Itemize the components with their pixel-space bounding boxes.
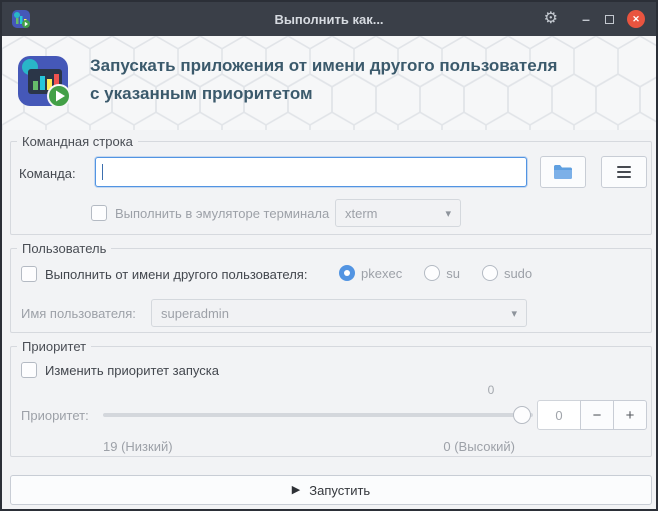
change-priority-label: Изменить приоритет запуска (45, 363, 219, 378)
username-label: Имя пользователя: (21, 306, 136, 321)
hamburger-icon (617, 166, 631, 178)
radio-pkexec[interactable]: pkexec (339, 265, 402, 281)
command-input[interactable] (95, 157, 527, 187)
priority-slider-handle[interactable] (513, 406, 531, 424)
chevron-down-icon: ▾ (445, 207, 451, 220)
page-title-line2: с указанным приоритетом (90, 84, 313, 103)
terminal-emulator-select[interactable]: xterm ▾ (335, 199, 461, 227)
radio-unselected-icon (481, 265, 498, 281)
browse-button[interactable] (540, 156, 586, 188)
run-as-user-label: Выполнить от имени другого пользователя: (45, 267, 308, 282)
text-cursor (102, 164, 103, 180)
terminal-select-value: xterm (345, 205, 378, 221)
play-icon: ▶ (291, 483, 301, 496)
priority-slider-track[interactable] (103, 413, 533, 417)
user-group-title: Пользователь (17, 241, 112, 256)
radio-unselected-icon (424, 265, 441, 281)
folder-icon (554, 165, 572, 179)
spin-increment-button[interactable]: + (613, 400, 647, 430)
titlebar: Выполнить как... ⚙ – ✕ (2, 2, 656, 36)
gear-icon[interactable]: ⚙ (544, 11, 558, 27)
titlebar-controls: ⚙ – ✕ (544, 2, 645, 36)
page-title-line1: Запускать приложения от имени другого по… (90, 56, 558, 75)
priority-spin-value[interactable]: 0 (537, 400, 581, 430)
radio-sudo[interactable]: sudo (481, 265, 533, 281)
page-title: Запускать приложения от имени другого по… (90, 52, 557, 108)
terminal-checkbox-label: Выполнить в эмуляторе терминала (115, 206, 330, 221)
command-group-title: Командная строка (17, 134, 138, 149)
terminal-checkbox[interactable] (91, 205, 107, 221)
command-label: Команда: (19, 166, 76, 181)
command-group: Командная строка Команда: Выполнить в эм… (10, 134, 652, 235)
priority-group-title: Приоритет (17, 339, 92, 354)
header-banner: Запускать приложения от имени другого по… (2, 36, 656, 130)
run-button[interactable]: ▶ Запустить (10, 475, 652, 505)
minimize-button[interactable]: – (580, 12, 592, 26)
username-select-value: superadmin (161, 305, 229, 321)
menu-button[interactable] (601, 156, 647, 188)
radio-su-label: su (446, 265, 460, 281)
auth-method-radio-group: pkexec su sudo (339, 265, 532, 281)
slider-value-hint: 0 (487, 383, 495, 397)
maximize-icon[interactable] (605, 14, 614, 24)
priority-scale: 19 (Низкий) 0 (Высокий) (103, 439, 515, 454)
priority-group: Приоритет Изменить приоритет запуска 0 П… (10, 339, 652, 457)
close-icon: ✕ (632, 13, 640, 24)
priority-high-label: 0 (Высокий) (443, 439, 515, 454)
radio-sudo-label: sudo (503, 265, 533, 281)
run-button-label: Запустить (309, 482, 371, 498)
radio-pkexec-label: pkexec (361, 265, 403, 281)
close-button[interactable]: ✕ (627, 10, 645, 28)
radio-selected-icon (339, 265, 355, 281)
priority-label: Приоритет: (21, 408, 89, 423)
chevron-down-icon: ▾ (511, 307, 517, 320)
username-select[interactable]: superadmin ▾ (151, 299, 527, 327)
run-as-user-checkbox[interactable] (21, 266, 37, 282)
priority-low-label: 19 (Низкий) (103, 439, 173, 454)
change-priority-checkbox[interactable] (21, 362, 37, 378)
user-group: Пользователь Выполнить от имени другого … (10, 241, 652, 333)
radio-su[interactable]: su (424, 265, 460, 281)
spin-decrement-button[interactable]: − (580, 400, 614, 430)
app-logo (18, 56, 71, 108)
app-window: Выполнить как... ⚙ – ✕ Запускать приложе… (0, 0, 658, 511)
command-input-wrap (95, 157, 527, 187)
